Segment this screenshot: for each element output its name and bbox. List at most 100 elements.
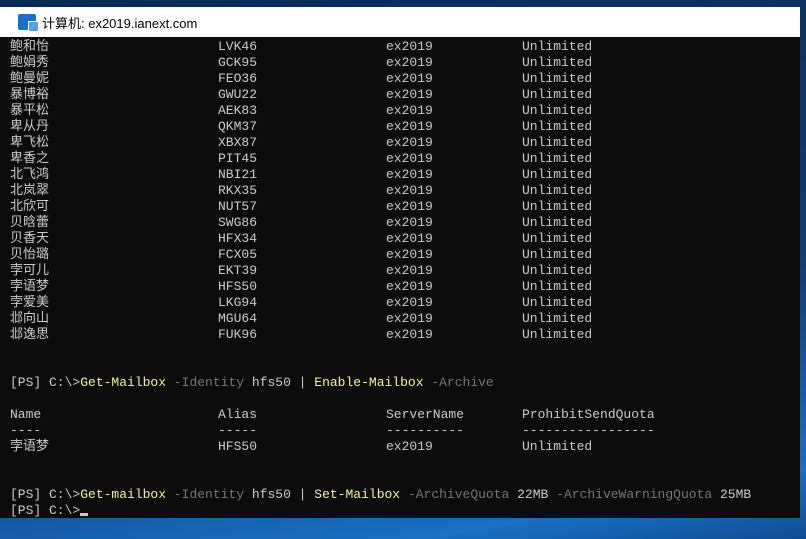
cell: Unlimited [522, 439, 593, 454]
cell: Unlimited [522, 327, 593, 342]
cell: 鲍和怡 [10, 39, 50, 54]
cell: 孛语梦 [10, 439, 50, 454]
mailbox-row: 邶向山 MGU64 ex2019 Unlimited [10, 311, 800, 327]
cell: ex2019 [386, 119, 433, 134]
mailbox-row: 贝香天 HFX34 ex2019 Unlimited [10, 231, 800, 247]
cell: RKX35 [218, 183, 258, 198]
cell: ex2019 [386, 167, 433, 182]
cell: ex2019 [386, 215, 433, 230]
cell: Unlimited [522, 167, 593, 182]
cell: 北欣可 [10, 199, 50, 214]
command-token: Enable-Mailbox [314, 375, 424, 390]
console-output[interactable]: 鲍和怡 LVK46 ex2019 Unlimited 鲍娟秀 GCK95 ex2019 Unl… [10, 39, 800, 519]
cell: Alias [218, 407, 258, 422]
mailbox-row: 鲍和怡 LVK46 ex2019 Unlimited [10, 39, 800, 55]
cell: 邶向山 [10, 311, 50, 326]
cell: ex2019 [386, 295, 433, 310]
prompt: [PS] C:\> [10, 375, 81, 390]
cell: Unlimited [522, 199, 593, 214]
cell: 暴博裕 [10, 87, 50, 102]
cell: ---- [10, 423, 42, 438]
cell: 孛语梦 [10, 279, 50, 294]
cell: 孛可儿 [10, 263, 50, 278]
cell: MGU64 [218, 311, 258, 326]
cell: Unlimited [522, 71, 593, 86]
prompt: [PS] C:\> [10, 503, 81, 518]
cell: SWG86 [218, 215, 258, 230]
cell: ex2019 [386, 55, 433, 70]
command-token: -Archive [423, 375, 494, 390]
mailbox-row: 鲍娟秀 GCK95 ex2019 Unlimited [10, 55, 800, 71]
cell: LKG94 [218, 295, 258, 310]
cell: NUT57 [218, 199, 258, 214]
cell: Unlimited [522, 55, 593, 70]
cell: Unlimited [522, 39, 593, 54]
cell: FEO36 [218, 71, 258, 86]
title-bar[interactable]: 计算机: ex2019.ianext.com [0, 7, 800, 37]
cell: EKT39 [218, 263, 258, 278]
cell: Name [10, 407, 42, 422]
cell: 贝怡璐 [10, 247, 50, 262]
cell: Unlimited [522, 279, 593, 294]
cell: GWU22 [218, 87, 258, 102]
mailbox-row: 北欣可 NUT57 ex2019 Unlimited [10, 199, 800, 215]
cell: ProhibitSendQuota [522, 407, 655, 422]
cell: 贝香天 [10, 231, 50, 246]
cell: GCK95 [218, 55, 258, 70]
cell: FCX05 [218, 247, 258, 262]
cell: Unlimited [522, 151, 593, 166]
cell: 暴平松 [10, 103, 50, 118]
remote-desktop-icon [18, 14, 39, 32]
cell: Unlimited [522, 231, 593, 246]
cell: Unlimited [522, 247, 593, 262]
command-token: -Identity [166, 487, 245, 502]
cell: 北飞鸿 [10, 167, 50, 182]
mailbox-row: 北岚翠 RKX35 ex2019 Unlimited [10, 183, 800, 199]
cell: 卑飞松 [10, 135, 50, 150]
mailbox-row: 暴平松 AEK83 ex2019 Unlimited [10, 103, 800, 119]
cell: ex2019 [386, 327, 433, 342]
table-header: Name Alias ServerName ProhibitSendQuota [10, 407, 800, 423]
cell: ex2019 [386, 103, 433, 118]
cell: ex2019 [386, 279, 433, 294]
cell: 邶逸思 [10, 327, 50, 342]
mailbox-row: 孛语梦 HFS50 ex2019 Unlimited [10, 279, 800, 295]
cell: ex2019 [386, 263, 433, 278]
mailbox-row: 孛可儿 EKT39 ex2019 Unlimited [10, 263, 800, 279]
cell: HFX34 [218, 231, 258, 246]
cell: ex2019 [386, 87, 433, 102]
cell: 北岚翠 [10, 183, 50, 198]
mailbox-row: 邶逸思 FUK96 ex2019 Unlimited [10, 327, 800, 343]
result-row: 孛语梦 HFS50 ex2019 Unlimited [10, 439, 800, 455]
cell: ex2019 [386, 135, 433, 150]
cell: AEK83 [218, 103, 258, 118]
cell: Unlimited [522, 87, 593, 102]
window-title: 计算机: ex2019.ianext.com [42, 15, 198, 31]
cell: ---------- [386, 423, 465, 438]
command-token: hfs50 | [244, 487, 315, 502]
cell: PIT45 [218, 151, 258, 166]
mailbox-row: 卑飞松 XBX87 ex2019 Unlimited [10, 135, 800, 151]
powershell-window[interactable]: 计算机: ex2019.ianext.com 鲍和怡 LVK46 ex2019 Unl… [0, 7, 800, 518]
mailbox-row: 孛爱美 LKG94 ex2019 Unlimited [10, 295, 800, 311]
cursor [80, 513, 89, 516]
cell: 贝晗蕾 [10, 215, 50, 230]
command-token: 25MB [712, 487, 752, 502]
cell: ex2019 [386, 183, 433, 198]
cell: Unlimited [522, 119, 593, 134]
command-line: [PS] C:\>Get-mailbox -Identity hfs50 | S… [10, 487, 800, 503]
cell: ----------------- [522, 423, 655, 438]
cell: XBX87 [218, 135, 258, 150]
cell: NBI21 [218, 167, 258, 182]
cell: ServerName [386, 407, 465, 422]
mailbox-row: 鲍曼妮 FEO36 ex2019 Unlimited [10, 71, 800, 87]
cell: 卑从丹 [10, 119, 50, 134]
cell: QKM37 [218, 119, 258, 134]
mailbox-row: 北飞鸿 NBI21 ex2019 Unlimited [10, 167, 800, 183]
command-token: Get-Mailbox [80, 375, 167, 390]
command-token: Set-Mailbox [314, 487, 401, 502]
cell: Unlimited [522, 263, 593, 278]
cell: ----- [218, 423, 258, 438]
mailbox-row: 暴博裕 GWU22 ex2019 Unlimited [10, 87, 800, 103]
cell: ex2019 [386, 39, 433, 54]
